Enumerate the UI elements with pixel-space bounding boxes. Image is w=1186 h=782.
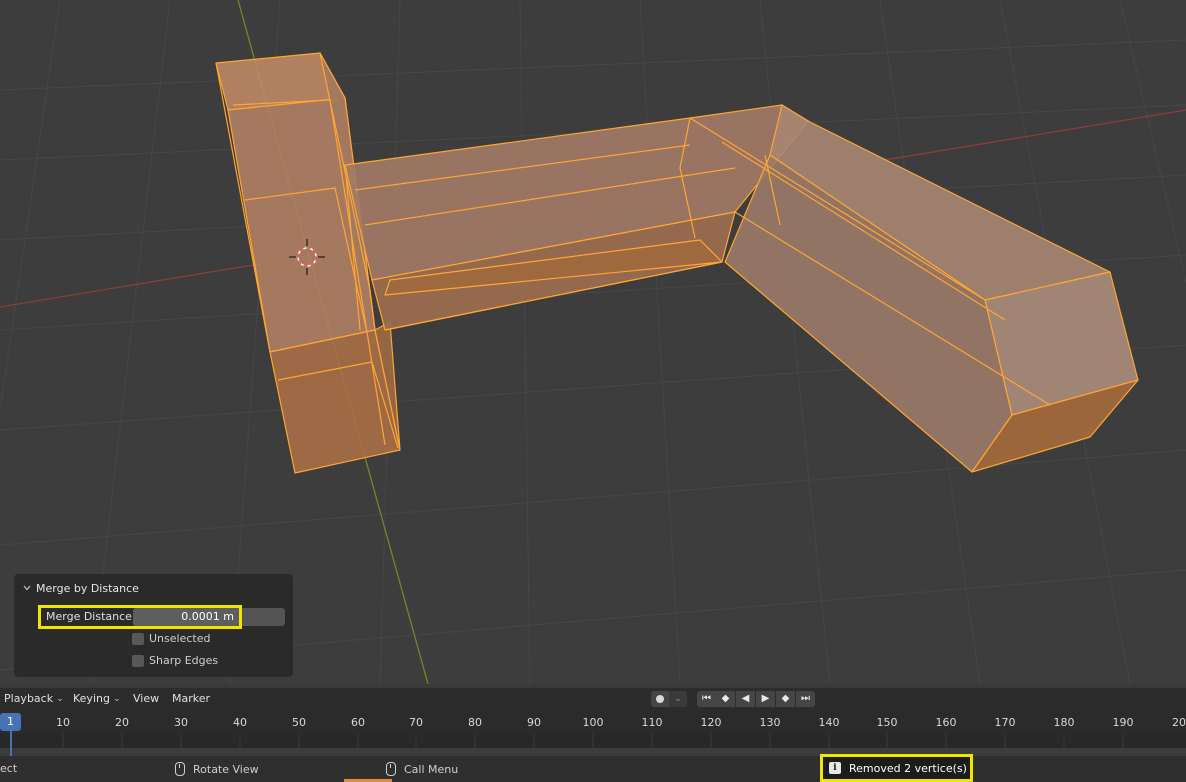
ruler-label: 90 <box>527 716 541 729</box>
timeline-header: Playback ⌄ Keying ⌄ View Marker ⌄ ⏮ ◆ ◀ … <box>0 688 1186 710</box>
ruler-label: 150 <box>876 716 898 729</box>
play-reverse-icon[interactable]: ◀ <box>736 691 755 707</box>
playback-menu[interactable]: Playback ⌄ <box>4 692 64 705</box>
merge-distance-label: Merge Distance <box>46 610 132 623</box>
chevron-down-icon: ⌄ <box>112 693 121 704</box>
status-rotate-view-text: Rotate View <box>193 762 259 776</box>
playback-label: Playback <box>4 692 54 705</box>
playhead[interactable] <box>10 731 12 756</box>
ruler-label: 60 <box>351 716 365 729</box>
ruler-label: 20 <box>115 716 129 729</box>
merge-distance-value: 0.0001 m <box>181 610 234 623</box>
ruler-label: 20 <box>1172 716 1186 729</box>
report-text: Removed 2 vertice(s) <box>849 761 967 775</box>
keying-menu[interactable]: Keying ⌄ <box>73 692 121 705</box>
auto-keying-dropdown[interactable]: ⌄ <box>669 691 687 707</box>
play-icon[interactable]: ▶ <box>756 691 775 707</box>
ruler-label: 170 <box>994 716 1016 729</box>
selected-mesh <box>215 52 1139 474</box>
merge-distance-row: Merge Distance 0.0001 m <box>36 607 286 626</box>
current-frame-indicator[interactable]: 1 <box>0 713 21 731</box>
sharp-edges-checkbox[interactable]: Sharp Edges <box>132 654 218 667</box>
ruler-label: 100 <box>582 716 604 729</box>
ruler-label: 70 <box>409 716 423 729</box>
ruler-label: 80 <box>468 716 482 729</box>
report-message[interactable]: i Removed 2 vertice(s) <box>820 754 973 782</box>
frame-ruler[interactable]: 10 20 30 40 50 60 70 80 90 100 110 120 1… <box>0 710 1186 734</box>
status-rotate-view-hint: Rotate View <box>175 762 259 776</box>
ruler-label: 180 <box>1053 716 1075 729</box>
keying-label: Keying <box>73 692 110 705</box>
operator-panel-header[interactable]: Merge by Distance <box>22 581 139 595</box>
marker-menu[interactable]: Marker <box>172 692 210 705</box>
status-call-menu-hint: Call Menu <box>386 762 458 776</box>
chevron-down-icon <box>23 585 31 591</box>
chevron-down-icon: ⌄ <box>56 693 64 704</box>
ruler-label: 30 <box>174 716 188 729</box>
jump-to-end-icon[interactable]: ⏭ <box>796 691 815 707</box>
ruler-label: 140 <box>818 716 840 729</box>
auto-keying-record-icon[interactable] <box>651 691 669 707</box>
operator-title: Merge by Distance <box>36 581 139 595</box>
ruler-label: 190 <box>1112 716 1134 729</box>
view-label: View <box>133 692 160 705</box>
marker-label: Marker <box>172 692 211 705</box>
unselected-label: Unselected <box>149 632 211 645</box>
jump-to-keyframe-next-icon[interactable]: ◆ <box>776 691 795 707</box>
status-call-menu-text: Call Menu <box>404 762 459 776</box>
ruler-label: 160 <box>935 716 957 729</box>
checkbox-box <box>132 654 144 667</box>
unselected-checkbox[interactable]: Unselected <box>132 632 210 645</box>
ruler-label: 110 <box>641 716 663 729</box>
ruler-label: 10 <box>56 716 70 729</box>
ruler-label: 130 <box>759 716 781 729</box>
operator-panel: Merge by Distance Merge Distance 0.0001 … <box>14 574 293 677</box>
status-select-text: ect <box>0 762 18 775</box>
status-select-hint: ect <box>0 762 17 775</box>
sharp-edges-label: Sharp Edges <box>149 654 219 667</box>
view-menu[interactable]: View <box>133 692 159 705</box>
ruler-label: 40 <box>233 716 247 729</box>
jump-to-keyframe-prev-icon[interactable]: ◆ <box>716 691 735 707</box>
tracks-grid <box>0 734 1186 756</box>
ruler-label: 50 <box>292 716 306 729</box>
checkbox-box <box>132 632 144 645</box>
jump-to-start-icon[interactable]: ⏮ <box>697 691 716 707</box>
ruler-label: 120 <box>700 716 722 729</box>
mouse-middle-icon <box>175 762 185 776</box>
mouse-right-icon <box>386 762 396 776</box>
status-bar: ect Rotate View Call Menu <box>0 756 1186 782</box>
timeline-tracks[interactable] <box>0 734 1186 756</box>
info-icon: i <box>829 762 841 774</box>
merge-distance-field[interactable]: 0.0001 m <box>133 608 285 626</box>
